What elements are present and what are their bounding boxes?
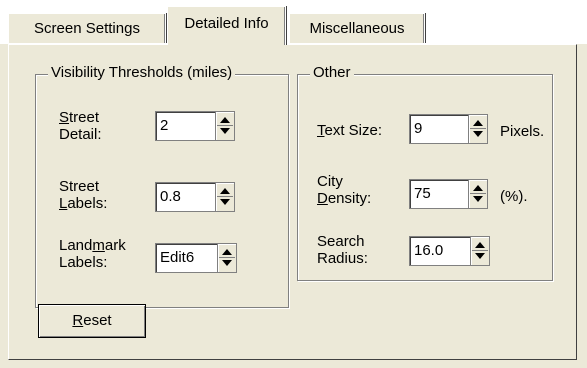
tab-detailed-info[interactable]: Detailed Info: [167, 6, 286, 45]
street-labels-spin-buttons[interactable]: [215, 182, 235, 212]
text-size-input[interactable]: 9: [409, 114, 468, 144]
search-radius-line2: Radius:: [317, 250, 368, 267]
arrow-down-icon[interactable]: [473, 131, 483, 137]
reset-mnemonic: R: [72, 312, 84, 329]
arrow-up-icon[interactable]: [473, 120, 483, 126]
text-size-label: Text Size:: [317, 122, 382, 139]
street-detail-line1-rest: treet: [69, 109, 100, 126]
arrow-down-icon[interactable]: [475, 253, 485, 259]
tab-strip: Screen Settings Detailed Info Miscellane…: [0, 0, 587, 45]
arrow-up-icon[interactable]: [475, 242, 485, 248]
arrow-down-icon[interactable]: [473, 196, 483, 202]
street-labels-input[interactable]: 0.8: [155, 182, 215, 212]
arrow-up-icon[interactable]: [220, 188, 230, 194]
street-detail-mnemonic: S: [59, 109, 70, 126]
reset-label-rest: eset: [83, 312, 112, 329]
text-size-label-rest: ext Size:: [324, 122, 383, 139]
landmark-line1-part1: Land: [59, 237, 93, 254]
arrow-up-icon[interactable]: [222, 249, 232, 255]
visibility-thresholds-title: Visibility Thresholds (miles): [48, 64, 236, 81]
arrow-down-icon[interactable]: [220, 199, 230, 205]
search-radius-line1: Search: [317, 233, 365, 250]
tab-screen-settings[interactable]: Screen Settings: [8, 13, 166, 43]
city-density-line1: City: [317, 173, 343, 190]
street-detail-spin-buttons[interactable]: [215, 111, 235, 141]
detailed-info-dialog: Screen Settings Detailed Info Miscellane…: [0, 0, 587, 368]
city-density-unit: (%).: [500, 188, 528, 205]
city-density-input[interactable]: 75: [409, 179, 468, 209]
other-group-title: Other: [310, 64, 354, 81]
landmark-mnemonic: m: [92, 237, 105, 254]
city-density-label: City Density:: [317, 173, 371, 207]
visibility-thresholds-group: Visibility Thresholds (miles) Street Det…: [35, 64, 289, 308]
text-size-spinner[interactable]: 9: [409, 114, 488, 144]
search-radius-label: Search Radius:: [317, 233, 368, 267]
street-labels-label: Street Labels:: [59, 178, 107, 212]
city-density-mnemonic: D: [317, 190, 328, 207]
text-size-spin-buttons[interactable]: [468, 114, 488, 144]
street-labels-spinner[interactable]: 0.8: [155, 182, 235, 212]
search-radius-input[interactable]: 16.0: [409, 236, 470, 266]
tab-miscellaneous[interactable]: Miscellaneous: [289, 13, 425, 43]
street-detail-input[interactable]: 2: [155, 111, 215, 141]
street-labels-line2-rest: abels:: [67, 195, 108, 212]
arrow-up-icon[interactable]: [473, 185, 483, 191]
arrow-down-icon[interactable]: [222, 260, 232, 266]
city-density-spinner[interactable]: 75: [409, 179, 488, 209]
arrow-up-icon[interactable]: [220, 117, 230, 123]
landmark-line1-part2: ark: [104, 237, 126, 254]
landmark-labels-line2: Labels:: [59, 254, 108, 271]
landmark-labels-input[interactable]: Edit6: [155, 243, 217, 273]
arrow-down-icon[interactable]: [220, 128, 230, 134]
text-size-mnemonic: T: [317, 122, 325, 139]
street-labels-line1: Street: [59, 178, 100, 195]
city-density-line2-rest: ensity:: [327, 190, 372, 207]
city-density-spin-buttons[interactable]: [468, 179, 488, 209]
street-detail-line2: Detail:: [59, 126, 102, 143]
landmark-labels-spinner[interactable]: Edit6: [155, 243, 237, 273]
tab-panel: Visibility Thresholds (miles) Street Det…: [8, 44, 577, 360]
street-detail-spinner[interactable]: 2: [155, 111, 235, 141]
text-size-unit: Pixels.: [500, 123, 545, 140]
reset-button[interactable]: Reset: [38, 304, 146, 338]
landmark-labels-spin-buttons[interactable]: [217, 243, 237, 273]
street-detail-label: Street Detail:: [59, 109, 102, 143]
search-radius-spin-buttons[interactable]: [470, 236, 490, 266]
landmark-labels-label: Landmark Labels:: [59, 237, 126, 271]
other-group: Other Text Size: 9 Pixels. City Density:…: [297, 64, 553, 281]
search-radius-spinner[interactable]: 16.0: [409, 236, 490, 266]
